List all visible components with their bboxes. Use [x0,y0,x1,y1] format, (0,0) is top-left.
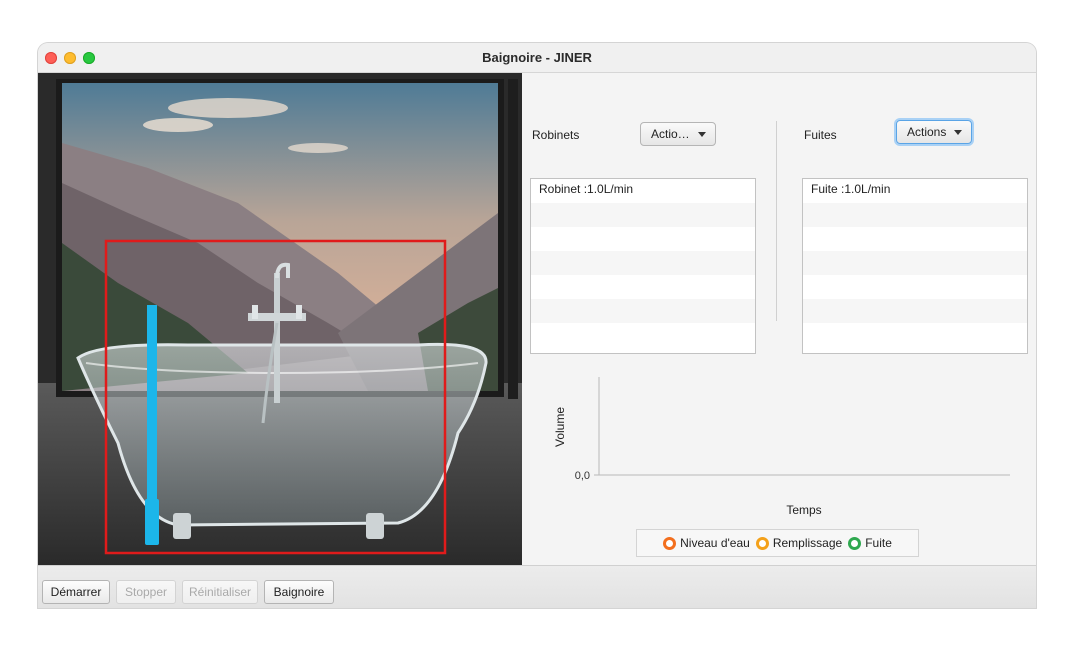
start-button[interactable]: Démarrer [42,580,110,604]
window-title: Baignoire - JINER [482,50,592,65]
legend-item-niveau: Niveau d'eau [663,536,750,550]
list-item[interactable]: Robinet :1.0L/min [531,179,755,203]
bottom-toolbar: Démarrer Stopper Réinitialiser Baignoire [38,565,1036,608]
list-item-empty [531,299,755,323]
bathtub-button[interactable]: Baignoire [264,580,334,604]
legend-item-remplissage: Remplissage [755,536,843,550]
list-item-empty [803,227,1027,251]
y-tick-label: 0,0 [575,470,590,482]
robinets-actions-label: Actio… [651,127,690,141]
chevron-down-icon [698,132,706,137]
list-item[interactable]: Fuite :1.0L/min [803,179,1027,203]
volume-chart: 0,0 Volume Temps [553,377,1010,517]
control-panel: Robinets Actio… Fuites Actions Robinet :… [522,73,1036,565]
fuites-actions-dropdown[interactable]: Actions [896,120,972,144]
app-window: Baignoire - JINER Robinets Actio… Fuites… [38,43,1036,608]
fuites-label: Fuites [804,128,837,142]
list-item-empty [803,323,1027,347]
legend-label: Remplissage [772,536,843,550]
robinets-list[interactable]: Robinet :1.0L/min [530,178,756,354]
bathtub-scene [38,73,522,565]
list-item-empty [803,299,1027,323]
list-item-empty [803,251,1027,275]
fuites-actions-label: Actions [907,125,947,139]
list-item-empty [531,251,755,275]
circle-marker-icon [848,536,862,550]
panel-divider [776,121,777,321]
stop-button[interactable]: Stopper [116,580,176,604]
legend-item-fuite: Fuite [848,536,892,550]
water-level-cap [145,499,159,545]
fuites-list[interactable]: Fuite :1.0L/min [802,178,1028,354]
list-item-empty [531,227,755,251]
robinets-label: Robinets [532,128,580,142]
robinets-actions-dropdown[interactable]: Actio… [640,122,716,146]
circle-marker-icon [663,536,677,550]
list-item-empty [803,203,1027,227]
x-axis-label: Temps [786,503,821,517]
list-item-empty [803,275,1027,299]
circle-marker-icon [755,536,769,550]
chart-legend: Niveau d'eau Remplissage Fuite [636,529,919,557]
title-bar: Baignoire - JINER [38,43,1036,73]
legend-label: Niveau d'eau [680,536,750,550]
y-axis-label: Volume [553,407,567,447]
chevron-down-icon [954,130,962,135]
list-item-empty [531,275,755,299]
list-item-empty [531,203,755,227]
bathtub-illustration [38,73,522,565]
reset-button[interactable]: Réinitialiser [182,580,258,604]
list-item-empty [531,323,755,347]
legend-label: Fuite [865,536,892,550]
